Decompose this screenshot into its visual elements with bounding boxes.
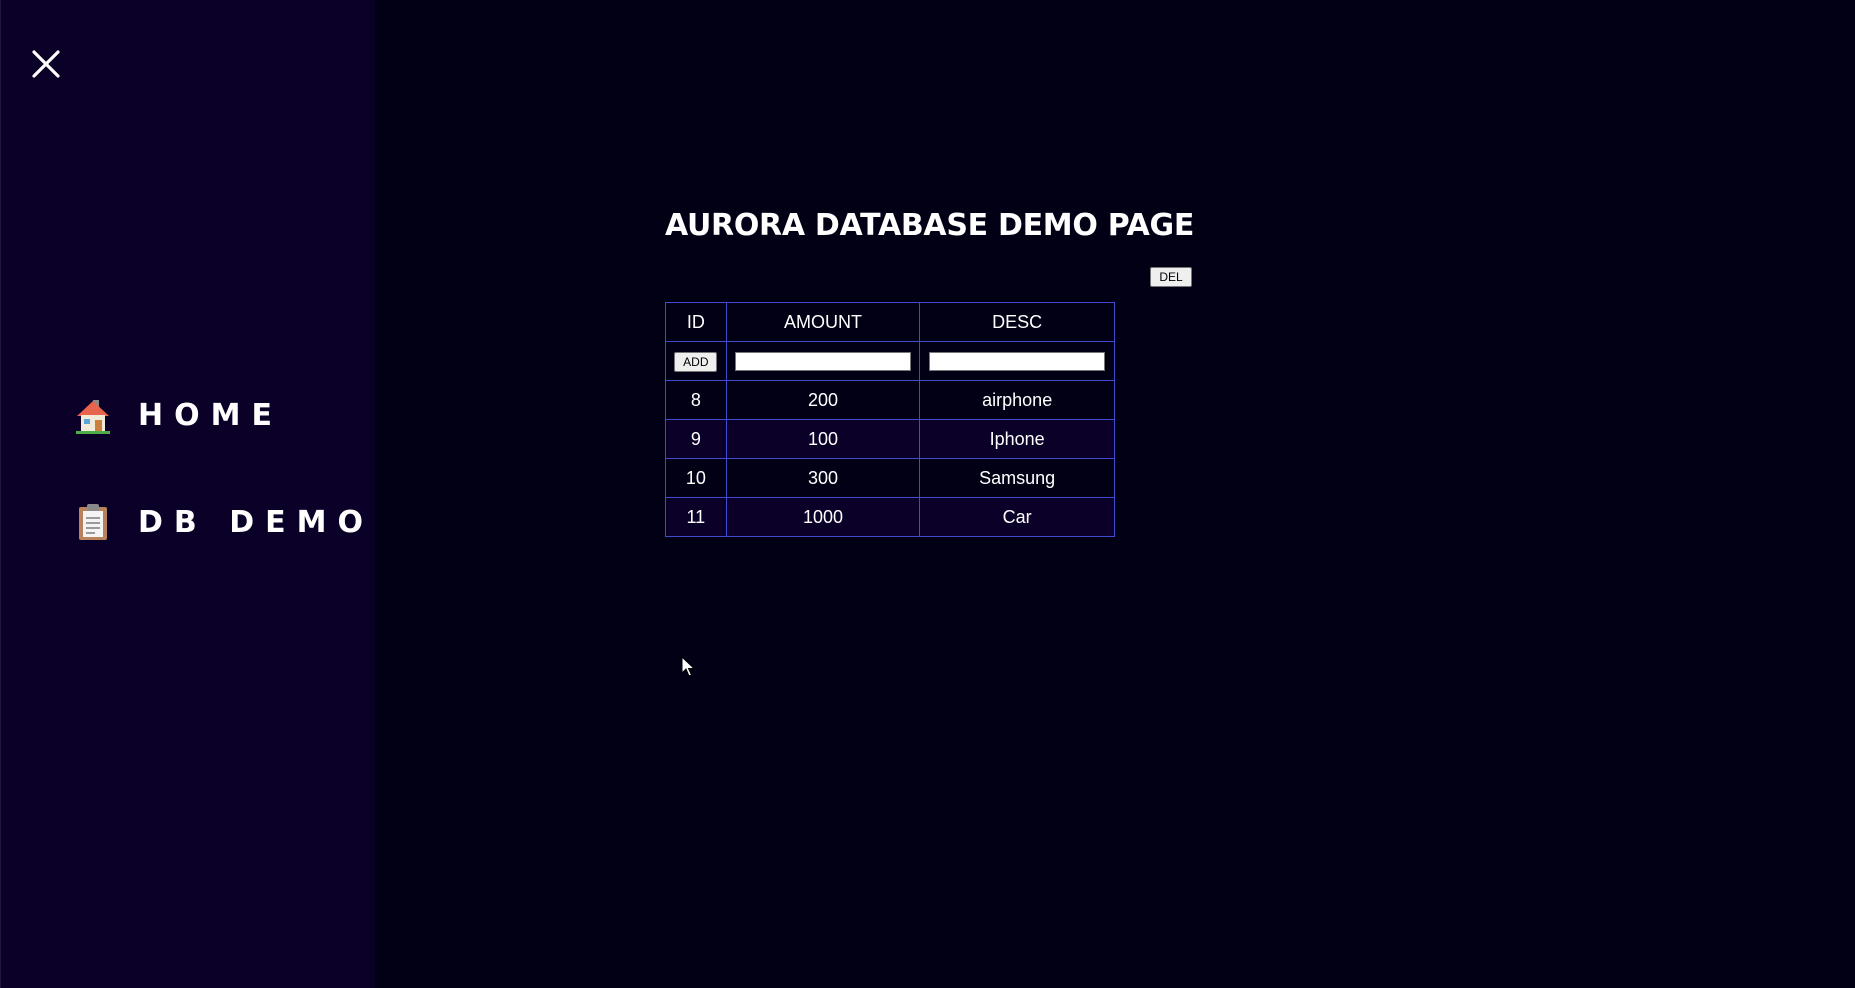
sidebar-item-home[interactable]: HOME (76, 396, 283, 434)
cell-amount: 300 (725, 458, 921, 498)
desc-input-cell (919, 341, 1115, 381)
cell-id: 9 (665, 419, 727, 459)
desc-input[interactable] (929, 352, 1106, 372)
add-button[interactable]: ADD (674, 352, 718, 372)
sidebar-item-db-demo[interactable]: DB DEMO (76, 503, 374, 541)
table-header-row: ID AMOUNT DESC (665, 302, 1115, 342)
close-icon[interactable] (29, 47, 63, 81)
table-row[interactable]: 9 100 Iphone (665, 419, 1115, 459)
sidebar-item-label: HOME (138, 397, 283, 433)
table-row[interactable]: 10 300 Samsung (665, 458, 1115, 498)
amount-input[interactable] (735, 352, 911, 372)
app-root: HOME DB DEMO AURORA DATABASE DEMO PAGE D… (0, 0, 1855, 988)
cell-desc: Iphone (919, 419, 1115, 459)
amount-input-cell (725, 341, 921, 381)
mouse-pointer-icon (681, 656, 695, 678)
cell-id: 8 (665, 380, 727, 420)
delete-button[interactable]: DEL (1150, 267, 1192, 287)
cell-desc: Car (919, 497, 1115, 537)
column-header-desc: DESC (919, 302, 1115, 342)
house-icon (76, 396, 110, 434)
table-row[interactable]: 8 200 airphone (665, 380, 1115, 420)
cell-amount: 100 (725, 419, 921, 459)
column-header-id: ID (665, 302, 727, 342)
add-cell: ADD (665, 341, 727, 381)
cell-desc: airphone (919, 380, 1115, 420)
add-row: ADD (665, 341, 1115, 381)
cell-amount: 1000 (725, 497, 921, 537)
page-title: AURORA DATABASE DEMO PAGE (665, 208, 1195, 243)
cell-id: 11 (665, 497, 727, 537)
column-header-amount: AMOUNT (725, 302, 921, 342)
cell-desc: Samsung (919, 458, 1115, 498)
cell-id: 10 (665, 458, 727, 498)
cell-amount: 200 (725, 380, 921, 420)
table-row[interactable]: 11 1000 Car (665, 497, 1115, 537)
sidebar-item-label: DB DEMO (138, 504, 374, 540)
sidebar: HOME DB DEMO (0, 0, 375, 988)
data-table: ID AMOUNT DESC ADD 8 200 airphone 9 100 … (665, 302, 1115, 537)
clipboard-icon (76, 503, 110, 541)
